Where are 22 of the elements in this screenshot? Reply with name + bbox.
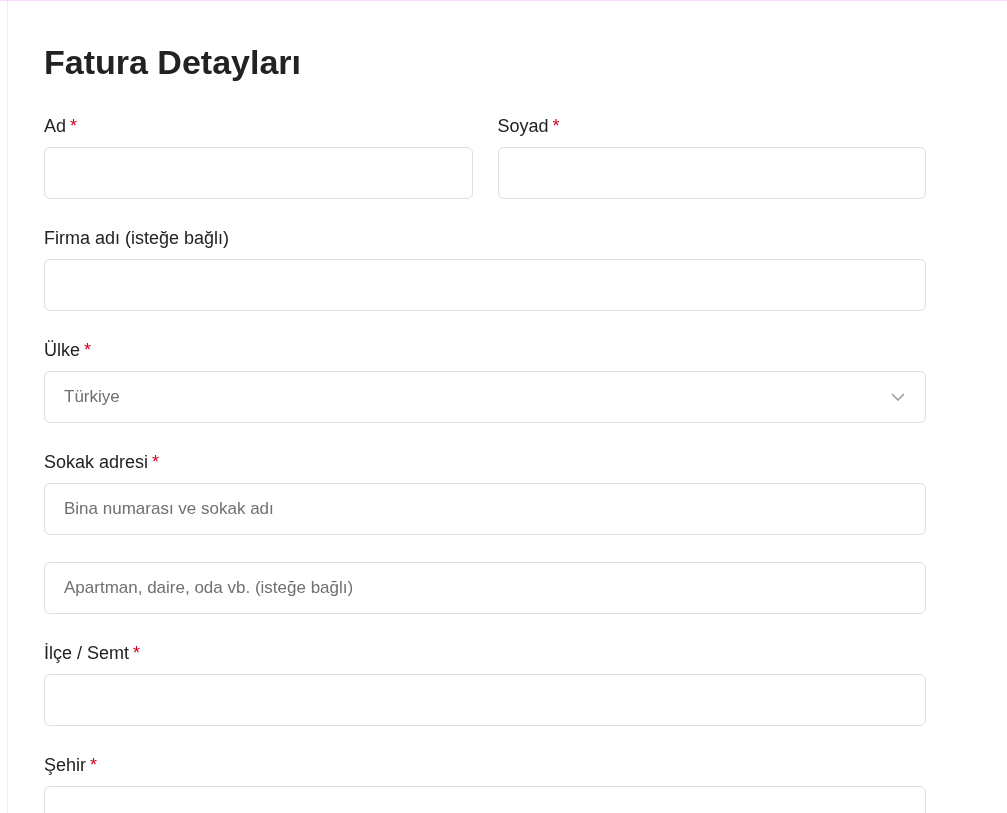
field-label: Firma adı (isteğe bağlı): [44, 226, 230, 250]
field-label: Şehir: [44, 753, 87, 777]
chevron-down-icon: [891, 393, 905, 401]
country-select[interactable]: Türkiye: [44, 371, 926, 423]
input-field[interactable]: [44, 674, 926, 726]
field-label: Ad: [44, 114, 67, 138]
required-asterisk: *: [552, 114, 560, 138]
required-asterisk: *: [84, 338, 92, 362]
required-asterisk: *: [133, 641, 141, 665]
input-field[interactable]: Apartman, daire, oda vb. (isteğe bağlı): [44, 562, 926, 614]
field-label: Sokak adresi: [44, 450, 149, 474]
input-field[interactable]: [44, 259, 926, 311]
required-asterisk: *: [152, 450, 160, 474]
page-title: Fatura Detayları: [44, 42, 302, 82]
input-field[interactable]: [497, 147, 926, 199]
required-asterisk: *: [90, 753, 98, 777]
input-field[interactable]: Bina numarası ve sokak adı: [44, 483, 926, 535]
field-label: Soyad: [497, 114, 549, 138]
field-label: İlçe / Semt: [44, 641, 130, 665]
field-label: Ülke: [44, 338, 80, 362]
required-asterisk: *: [70, 114, 78, 138]
input-field[interactable]: [44, 147, 473, 199]
